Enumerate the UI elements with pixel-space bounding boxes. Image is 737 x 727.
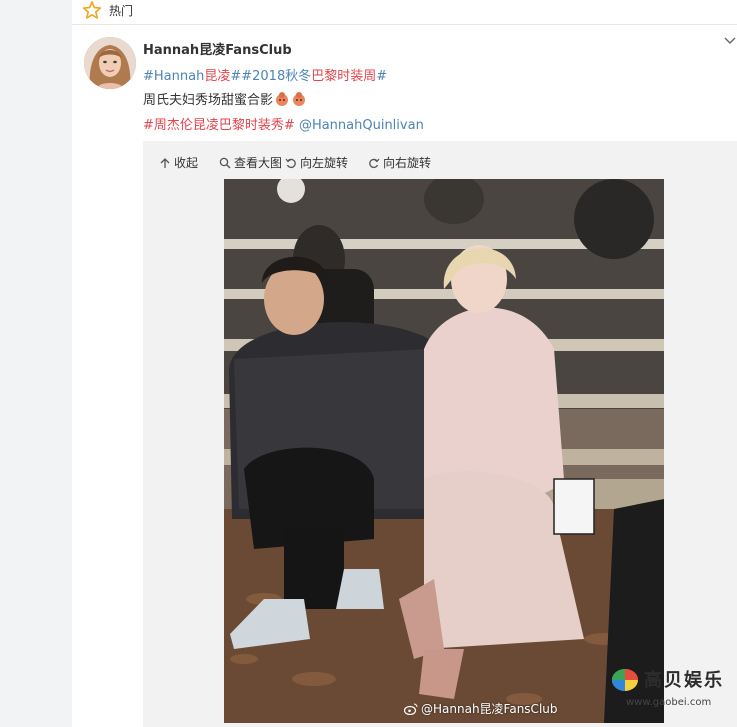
avatar[interactable] [84, 37, 136, 89]
rotate-right-icon [369, 158, 380, 168]
photo-illustration [224, 179, 664, 723]
site-watermark-title: 高贝娱乐 [644, 670, 724, 691]
rotate-right-button[interactable]: 向右旋转 [368, 154, 431, 171]
rotate-left-icon [285, 158, 296, 168]
rotate-left-label: 向左旋转 [300, 156, 349, 170]
photo-watermark: @Hannah昆凌FansClub [404, 700, 558, 717]
fold-button[interactable]: 收起 [159, 154, 198, 171]
post-username[interactable]: Hannah昆凌FansClub [143, 39, 292, 58]
magnifier-icon [219, 157, 231, 168]
chevron-down-icon[interactable] [724, 35, 736, 47]
media-toolbar: 收起 查看大图 向左旋转 向右旋转 [143, 141, 737, 181]
rotate-left-button[interactable]: 向左旋转 [285, 154, 348, 171]
site-watermark-url: www.gaobei.com [626, 697, 712, 708]
mention-link[interactable]: @HannahQuinlivan [299, 118, 424, 133]
rotate-right-label: 向右旋转 [383, 156, 432, 170]
view-large-label: 查看大图 [234, 156, 283, 170]
arrow-up-icon [160, 157, 170, 168]
hashtag-link[interactable]: #周杰伦昆凌巴黎时装秀# [143, 118, 295, 133]
view-large-button[interactable]: 查看大图 [219, 154, 282, 171]
star-icon [82, 1, 102, 19]
emoji-icon [293, 92, 306, 106]
weibo-logo-icon [404, 703, 418, 715]
top-bar: 热门 [72, 0, 737, 25]
hashtag-link-part[interactable]: 昆凌 [204, 69, 230, 84]
post-hashtags-line: #Hannah昆凌##2018秋冬巴黎时装周# [143, 65, 387, 84]
media-expanded-box: 收起 查看大图 向左旋转 向右旋转 @Hannah昆凌FansClub [143, 141, 737, 727]
emoji-icon [276, 92, 289, 106]
post-tags-mention-line: #周杰伦昆凌巴黎时装秀# @HannahQuinlivan [143, 114, 424, 133]
hashtag-link-part[interactable]: # [376, 69, 387, 84]
post-body-text: 周氏夫妇秀场甜蜜合影 [143, 93, 274, 108]
left-rail [0, 0, 72, 727]
weibo-post-card: Hannah昆凌FansClub #Hannah昆凌##2018秋冬巴黎时装周#… [72, 25, 737, 727]
hashtag-link-part[interactable]: #Hannah [143, 69, 204, 84]
post-photo[interactable]: @Hannah昆凌FansClub [224, 179, 664, 723]
hashtag-link-part[interactable]: ##2018秋冬 [230, 69, 311, 84]
fold-label: 收起 [174, 156, 199, 170]
photo-watermark-text: @Hannah昆凌FansClub [421, 702, 558, 716]
hashtag-link-part[interactable]: 巴黎时装周 [311, 69, 376, 84]
hot-tab-label[interactable]: 热门 [109, 2, 133, 19]
post-text-line: 周氏夫妇秀场甜蜜合影 [143, 89, 307, 108]
